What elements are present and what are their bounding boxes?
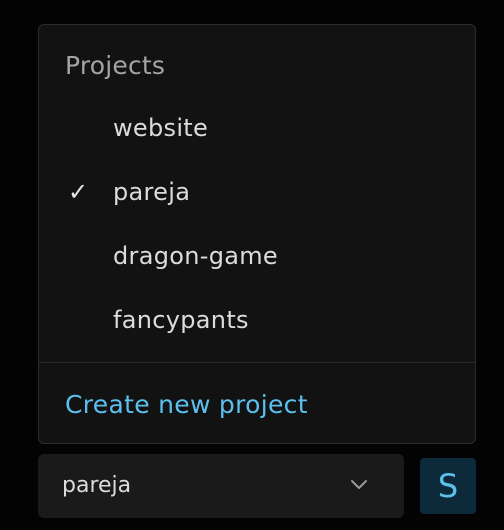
project-select[interactable]: pareja xyxy=(38,454,404,518)
create-project-link[interactable]: Create new project xyxy=(65,389,308,421)
chevron-down-icon xyxy=(351,480,367,489)
check-icon: ✓ xyxy=(68,178,89,206)
check-icon-slot xyxy=(68,113,92,143)
menu-heading: Projects xyxy=(65,51,166,80)
project-item-label: dragon-game xyxy=(113,242,278,270)
project-item-fancypants[interactable]: fancypants xyxy=(39,291,475,355)
project-menu: Projects website ✓ pareja dragon-game fa… xyxy=(38,24,476,444)
check-icon-slot xyxy=(68,241,92,271)
avatar-initial: S xyxy=(437,467,459,505)
project-item-dragon-game[interactable]: dragon-game xyxy=(39,227,475,291)
menu-divider xyxy=(39,362,475,363)
project-item-website[interactable]: website xyxy=(39,99,475,163)
project-item-pareja[interactable]: ✓ pareja xyxy=(39,163,475,227)
project-item-label: fancypants xyxy=(113,306,249,334)
project-list: website ✓ pareja dragon-game fancypants xyxy=(39,99,475,355)
check-icon-slot xyxy=(68,305,92,335)
project-item-label: pareja xyxy=(113,178,191,206)
app-root: Projects website ✓ pareja dragon-game fa… xyxy=(0,0,504,530)
selected-project-value: pareja xyxy=(62,473,132,498)
avatar[interactable]: S xyxy=(420,458,476,514)
project-item-label: website xyxy=(113,114,209,142)
